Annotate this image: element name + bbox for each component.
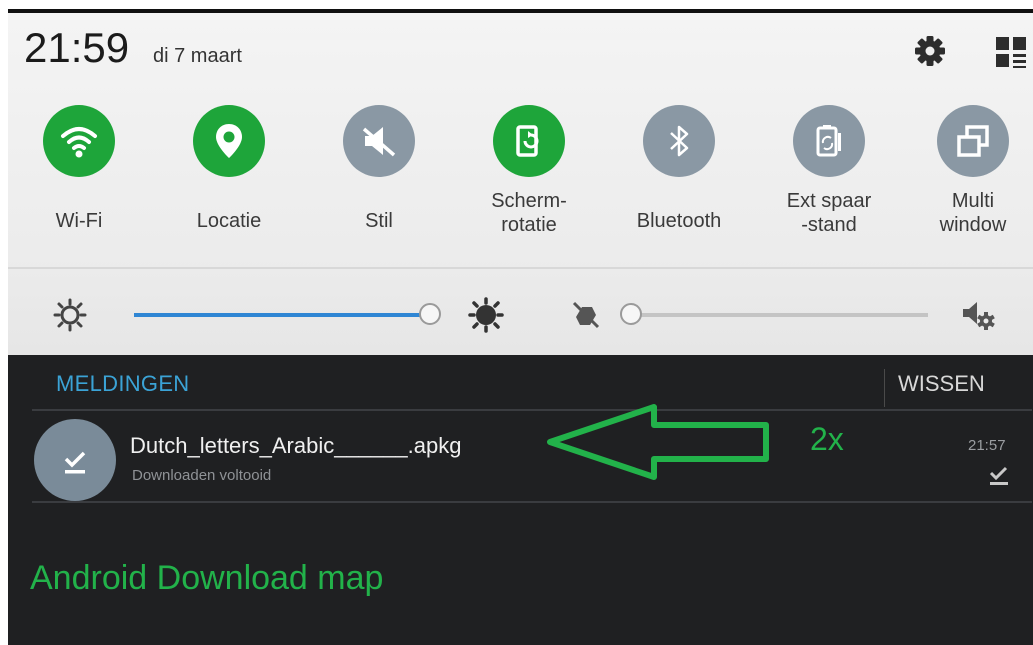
quick-toggles: Wi-Fi Locatie Stil Scherm- rotatie Bluet… <box>8 93 1033 257</box>
toggle-location-circle <box>193 105 265 177</box>
sun-dim-icon <box>53 298 87 332</box>
notification-title: Dutch_letters_Arabic______.apkg <box>130 433 462 458</box>
toggle-label: Ext spaar -stand <box>786 190 872 236</box>
toggle-power-saving-circle <box>793 105 865 177</box>
annotation-arrow-icon <box>547 404 769 480</box>
brightness-slider-fill <box>134 313 430 317</box>
quick-panel-header: 21:59 di 7 maart <box>8 13 1033 89</box>
edit-toggles-button[interactable] <box>994 35 1030 71</box>
wifi-icon <box>61 127 97 158</box>
notification-avatar <box>34 419 116 501</box>
toggle-label: Locatie <box>196 210 262 232</box>
quick-panel: 21:59 di 7 maart Wi-Fi Locatie Stil Sche… <box>8 13 1033 355</box>
settings-button[interactable] <box>912 33 948 69</box>
toggle-multi-window-circle <box>937 105 1009 177</box>
multi-window-icon <box>957 125 989 157</box>
clock: 21:59 <box>24 24 130 71</box>
toggle-label: Bluetooth <box>636 210 722 232</box>
toggle-wifi-circle <box>43 105 115 177</box>
toggle-power-saving[interactable]: Ext spaar -stand <box>758 93 898 257</box>
notification-time: 21:57 <box>968 437 1006 454</box>
toggle-label: Wi-Fi <box>55 210 103 232</box>
date: di 7 maart <box>153 45 242 67</box>
volume-slider-track[interactable] <box>630 313 928 317</box>
power-save-icon <box>816 125 841 157</box>
brightness-slider-track[interactable] <box>134 313 430 317</box>
toggle-label: Multi window <box>939 190 1007 236</box>
notification-shade: 21:59 di 7 maart Wi-Fi Locatie Stil Sche… <box>8 9 1033 645</box>
notification-divider <box>32 501 1032 503</box>
rotate-screen-icon <box>516 125 539 157</box>
brightness-row <box>8 275 1033 355</box>
vibrate-icon <box>572 301 600 329</box>
toggle-wifi[interactable]: Wi-Fi <box>8 93 148 257</box>
quick-panel-divider <box>8 267 1033 269</box>
notification-item[interactable]: Dutch_letters_Arabic______.apkg Download… <box>8 411 1033 503</box>
toggle-location[interactable]: Locatie <box>158 93 298 257</box>
location-pin-icon <box>216 124 242 158</box>
notifications-title: MELDINGEN <box>56 371 190 396</box>
toggle-silent-circle <box>343 105 415 177</box>
volume-slider-thumb[interactable] <box>620 303 642 325</box>
brightness-slider-thumb[interactable] <box>419 303 441 325</box>
annotation-caption: Android Download map <box>30 559 384 597</box>
annotation-count: 2x <box>810 421 844 457</box>
sun-bright-icon <box>468 297 504 333</box>
download-complete-icon <box>64 451 86 474</box>
notification-subtitle: Downloaden voltooid <box>132 467 272 484</box>
toggle-bluetooth-circle <box>643 105 715 177</box>
toggle-multi-window[interactable]: Multi window <box>902 93 1033 257</box>
download-done-icon <box>989 466 1008 485</box>
volume-settings-icon[interactable] <box>960 297 996 333</box>
grid-edit-icon <box>996 37 1026 68</box>
toggle-rotation[interactable]: Scherm- rotatie <box>458 93 598 257</box>
gear-icon <box>915 36 945 66</box>
toggle-label: Stil <box>365 210 393 232</box>
bluetooth-icon <box>670 125 689 157</box>
toggle-silent[interactable]: Stil <box>308 93 448 257</box>
clear-button[interactable]: WISSEN <box>898 371 985 397</box>
mute-icon <box>362 127 396 157</box>
toggle-label: Scherm- rotatie <box>491 190 567 236</box>
clear-separator <box>884 369 885 407</box>
toggle-bluetooth[interactable]: Bluetooth <box>608 93 748 257</box>
toggle-rotation-circle <box>493 105 565 177</box>
